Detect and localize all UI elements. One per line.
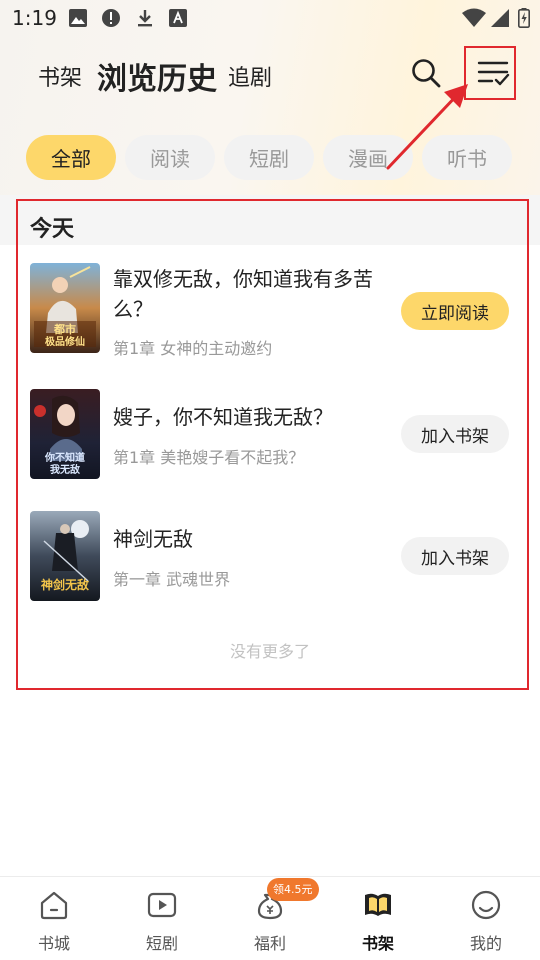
signal-icon <box>491 9 509 27</box>
filter-audiobook[interactable]: 听书 <box>422 135 512 180</box>
status-bar: 1:19 <box>0 0 540 36</box>
wifi-icon <box>462 8 486 27</box>
status-time: 1:19 <box>12 6 57 30</box>
nav-item-short-drama[interactable]: 短剧 <box>108 877 216 960</box>
tab-bookshelf[interactable]: 书架 <box>38 60 82 92</box>
filter-all[interactable]: 全部 <box>26 135 116 180</box>
nav-item-mine[interactable]: 我的 <box>432 877 540 960</box>
nav-item-bookstore[interactable]: 书城 <box>0 877 108 960</box>
play-icon <box>147 892 177 918</box>
font-icon <box>169 9 187 27</box>
search-icon[interactable] <box>410 57 442 89</box>
tab-browse-history[interactable]: 浏览历史 <box>97 54 217 98</box>
welfare-badge: 领4.5元 <box>267 878 319 901</box>
filter-read[interactable]: 阅读 <box>125 135 215 180</box>
tab-follow-drama[interactable]: 追剧 <box>228 60 272 92</box>
annotation-highlight-menu <box>464 46 516 100</box>
nav-label: 福利 <box>253 934 286 953</box>
download-icon <box>138 10 152 27</box>
nav-label: 我的 <box>469 934 502 953</box>
nav-label: 短剧 <box>145 934 178 953</box>
alert-circle-icon <box>102 9 120 27</box>
home-icon <box>40 891 68 920</box>
filter-comic[interactable]: 漫画 <box>323 135 413 180</box>
nav-item-bookshelf[interactable]: 书架 <box>324 877 432 960</box>
smile-icon <box>471 890 501 920</box>
image-icon <box>69 9 87 27</box>
nav-label: 书城 <box>37 934 70 953</box>
book-icon <box>365 893 391 916</box>
nav-label: 书架 <box>361 934 394 953</box>
filter-short-drama[interactable]: 短剧 <box>224 135 314 180</box>
annotation-highlight-list <box>16 199 529 690</box>
battery-charging-icon <box>518 8 530 28</box>
